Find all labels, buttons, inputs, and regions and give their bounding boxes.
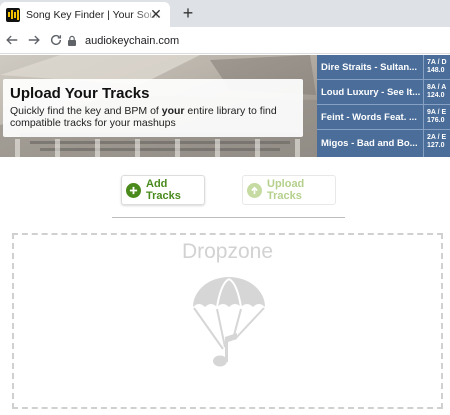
browser-toolbar: audiokeychain.com: [0, 27, 450, 54]
tab-title: Song Key Finder | Your Source for: [26, 8, 161, 21]
track-key-bpm: 8A / A 124.0: [423, 80, 450, 104]
reload-icon[interactable]: [46, 30, 66, 50]
track-key-bpm: 2A / E 127.0: [423, 130, 450, 157]
plus-icon[interactable]: +: [178, 4, 198, 24]
banner-card: Upload Your Tracks Quickly find the key …: [3, 79, 303, 137]
dropzone-label: Dropzone: [181, 240, 274, 263]
plus-circle-icon: [126, 182, 141, 198]
track-name: Dire Straits - Sultan...: [321, 61, 418, 73]
banner-title: Upload Your Tracks: [10, 85, 150, 102]
track-name: Loud Luxury - See It...: [321, 86, 421, 98]
track-row[interactable]: Dire Straits - Sultan... 7A / D 148.0: [317, 55, 450, 80]
upload-tracks-label: Upload Tracks: [267, 178, 305, 202]
forward-arrow-icon[interactable]: [24, 30, 44, 50]
upload-tracks-button[interactable]: Upload Tracks: [242, 175, 336, 205]
dropzone[interactable]: Dropzone: [12, 233, 443, 409]
banner-description: Quickly find the key and BPM of your ent…: [10, 105, 277, 129]
back-arrow-icon[interactable]: [2, 30, 22, 50]
browser-tab[interactable]: Song Key Finder | Your Source for ✕: [0, 2, 170, 27]
address-bar[interactable]: audiokeychain.com: [66, 30, 450, 51]
upload-arrow-icon: [247, 182, 262, 198]
track-key-bpm: 7A / D 148.0: [423, 55, 450, 79]
close-icon[interactable]: ✕: [148, 6, 164, 22]
track-key-bpm: 9A / E 176.0: [423, 105, 450, 129]
parachute-music-note-icon: [193, 277, 265, 367]
track-name: Migos - Bad and Bo...: [321, 138, 418, 149]
add-tracks-button[interactable]: Add Tracks: [121, 175, 205, 205]
add-tracks-label: Add Tracks: [146, 178, 181, 202]
lock-icon: [68, 35, 76, 46]
track-row[interactable]: Loud Luxury - See It... 8A / A 124.0: [317, 80, 450, 105]
recent-tracks-list: Dire Straits - Sultan... 7A / D 148.0 Lou…: [317, 55, 450, 157]
track-name: Feint - Words Feat. ...: [321, 111, 417, 123]
audiokeychain-favicon-icon: [6, 7, 20, 22]
url-text: audiokeychain.com: [85, 34, 180, 47]
track-row[interactable]: Migos - Bad and Bo... 2A / E 127.0: [317, 130, 450, 157]
divider: [112, 217, 345, 218]
browser-tab-strip: Song Key Finder | Your Source for ✕ +: [0, 0, 450, 27]
track-row[interactable]: Feint - Words Feat. ... 9A / E 176.0: [317, 105, 450, 130]
